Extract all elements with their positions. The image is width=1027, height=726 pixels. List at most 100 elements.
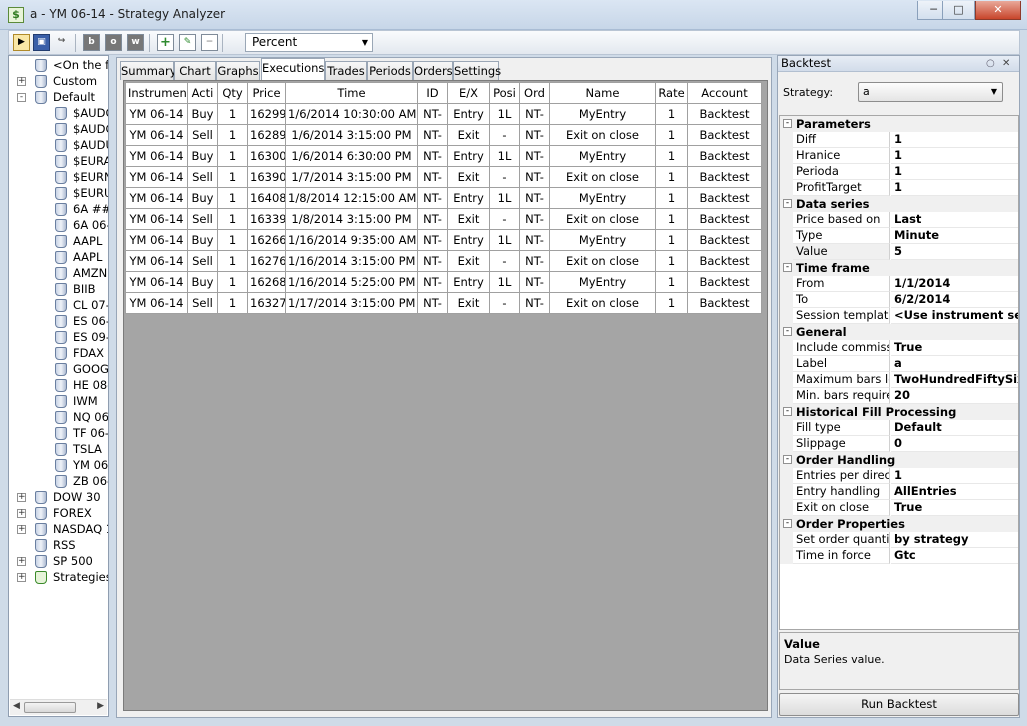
property-value[interactable]: 20 xyxy=(891,388,1018,404)
run-backtest-button[interactable]: Run Backtest xyxy=(779,693,1019,716)
collapse-icon[interactable]: - xyxy=(783,455,792,464)
property-row[interactable]: To 6/2/2014 xyxy=(780,292,1018,308)
tab-trades[interactable]: Trades xyxy=(325,61,367,80)
column-header[interactable]: E/X xyxy=(447,82,490,104)
property-row[interactable]: Set order quantityby strategy xyxy=(780,532,1018,548)
property-value[interactable]: 1 xyxy=(891,164,1018,180)
scroll-left-icon[interactable]: ◀ xyxy=(13,701,20,711)
pin-icon[interactable]: ↪ xyxy=(53,34,70,51)
property-row[interactable]: Price based on Last xyxy=(780,212,1018,228)
property-category[interactable]: - Parameters xyxy=(780,116,1018,132)
property-category[interactable]: - Data series xyxy=(780,196,1018,212)
tab-periods[interactable]: Periods xyxy=(367,61,413,80)
table-row[interactable]: YM 06-14 Sell 1 16289 1/6/2014 3:15:00 PM NT-… xyxy=(125,124,762,146)
property-value[interactable]: a xyxy=(891,356,1018,372)
property-value[interactable]: 1 xyxy=(891,148,1018,164)
property-row[interactable]: Label a xyxy=(780,356,1018,372)
instrument-tree[interactable]: <On the fly: + Custom - Default $AUDC $AUDC $AU… xyxy=(8,55,109,717)
property-row[interactable]: Include commissioTrue xyxy=(780,340,1018,356)
table-row[interactable]: YM 06-14 Buy 1 16268 1/16/2014 5:25:00 PM NT-… xyxy=(125,271,762,293)
column-header[interactable]: Name xyxy=(549,82,656,104)
column-header[interactable]: Acti xyxy=(187,82,218,104)
column-header[interactable]: Instrument xyxy=(125,82,188,104)
collapse-icon[interactable]: - xyxy=(17,93,26,102)
add-icon[interactable]: + xyxy=(157,34,174,51)
property-category[interactable]: - Order Handling xyxy=(780,452,1018,468)
property-row[interactable]: Slippage 0 xyxy=(780,436,1018,452)
tab-settings[interactable]: Settings xyxy=(453,61,501,80)
column-header[interactable]: ID xyxy=(417,82,448,104)
collapse-icon[interactable]: - xyxy=(783,519,792,528)
pin-icon[interactable]: ○ xyxy=(986,56,995,71)
table-row[interactable]: YM 06-14 Buy 1 16266 1/16/2014 9:35:00 AM NT-… xyxy=(125,229,762,251)
column-header[interactable]: Qty xyxy=(217,82,248,104)
maximize-button[interactable]: □ xyxy=(942,1,975,20)
property-row[interactable]: Maximum bars loolTwoHundredFiftySix xyxy=(780,372,1018,388)
close-button[interactable]: ✕ xyxy=(975,1,1021,20)
property-value[interactable]: True xyxy=(891,500,1018,516)
strategy-select[interactable]: a ▼ xyxy=(858,82,1003,102)
column-header[interactable]: Price xyxy=(247,82,286,104)
property-value[interactable]: 1 xyxy=(891,468,1018,484)
tab-orders[interactable]: Orders xyxy=(413,61,453,80)
property-row[interactable]: Entries per directic1 xyxy=(780,468,1018,484)
property-row[interactable]: Exit on close True xyxy=(780,500,1018,516)
tab-summary[interactable]: Summary xyxy=(120,61,177,80)
bar-style-b-button[interactable]: b xyxy=(83,34,100,51)
expand-icon[interactable]: + xyxy=(17,77,26,86)
table-row[interactable]: YM 06-14 Buy 1 16300 1/6/2014 6:30:00 PM NT- E… xyxy=(125,145,762,167)
table-row[interactable]: YM 06-14 Sell 1 16390 1/7/2014 3:15:00 PM NT-… xyxy=(125,166,762,188)
property-row[interactable]: Min. bars required20 xyxy=(780,388,1018,404)
tab-graphs[interactable]: Graphs xyxy=(216,61,260,80)
property-row[interactable]: Hranice 1 xyxy=(780,148,1018,164)
scroll-thumb[interactable] xyxy=(24,702,76,713)
column-header[interactable]: Time xyxy=(285,82,418,104)
property-value[interactable]: 6/2/2014 xyxy=(891,292,1018,308)
collapse-icon[interactable]: - xyxy=(783,119,792,128)
property-value[interactable]: 1 xyxy=(891,180,1018,196)
expand-icon[interactable]: + xyxy=(17,525,26,534)
property-row[interactable]: Session template<Use instrument settin xyxy=(780,308,1018,324)
tab-executions[interactable]: Executions xyxy=(261,58,325,80)
column-header[interactable]: Posi xyxy=(489,82,520,104)
property-value[interactable]: <Use instrument settin xyxy=(891,308,1018,324)
tree-horizontal-scrollbar[interactable]: ◀ ▶ xyxy=(10,699,107,715)
save-icon[interactable]: ▣ xyxy=(33,34,50,51)
column-header[interactable]: Rate xyxy=(655,82,688,104)
property-value[interactable]: Default xyxy=(891,420,1018,436)
property-value[interactable]: 1/1/2014 xyxy=(891,276,1018,292)
property-row[interactable]: Fill type Default xyxy=(780,420,1018,436)
collapse-icon[interactable]: - xyxy=(783,327,792,336)
property-row[interactable]: Time in force Gtc xyxy=(780,548,1018,564)
expand-icon[interactable]: + xyxy=(17,509,26,518)
property-category[interactable]: - Order Properties xyxy=(780,516,1018,532)
table-row[interactable]: YM 06-14 Sell 1 16276 1/16/2014 3:15:00 PM NT… xyxy=(125,250,762,272)
property-row[interactable]: From 1/1/2014 xyxy=(780,276,1018,292)
remove-icon[interactable]: − xyxy=(201,34,218,51)
expand-icon[interactable]: + xyxy=(17,493,26,502)
open-folder-icon[interactable]: ▶ xyxy=(13,34,30,51)
property-value[interactable]: Minute xyxy=(891,228,1018,244)
collapse-icon[interactable]: - xyxy=(783,199,792,208)
table-row[interactable]: YM 06-14 Buy 1 16299 1/6/2014 10:30:00 AM NT-… xyxy=(125,103,762,125)
bar-style-w-button[interactable]: w xyxy=(127,34,144,51)
property-row[interactable]: Diff 1 xyxy=(780,132,1018,148)
scroll-right-icon[interactable]: ▶ xyxy=(97,701,104,711)
table-row[interactable]: YM 06-14 Sell 1 16339 1/8/2014 3:15:00 PM NT-… xyxy=(125,208,762,230)
property-row[interactable]: Value 5 xyxy=(780,244,1018,260)
property-value[interactable]: Last xyxy=(891,212,1018,228)
property-value[interactable]: TwoHundredFiftySix xyxy=(891,372,1018,388)
column-header[interactable]: Account xyxy=(687,82,762,104)
column-header[interactable]: Ord xyxy=(519,82,550,104)
property-row[interactable]: Entry handling AllEntries xyxy=(780,484,1018,500)
property-row[interactable]: ProfitTarget 1 xyxy=(780,180,1018,196)
property-value[interactable]: by strategy xyxy=(891,532,1018,548)
table-row[interactable]: YM 06-14 Buy 1 16408 1/8/2014 12:15:00 AM NT-… xyxy=(125,187,762,209)
property-category[interactable]: - General xyxy=(780,324,1018,340)
collapse-icon[interactable]: - xyxy=(783,263,792,272)
edit-icon[interactable]: ✎ xyxy=(179,34,196,51)
expand-icon[interactable]: + xyxy=(17,557,26,566)
property-value[interactable]: Gtc xyxy=(891,548,1018,564)
property-category[interactable]: - Historical Fill Processing xyxy=(780,404,1018,420)
property-value[interactable]: 0 xyxy=(891,436,1018,452)
